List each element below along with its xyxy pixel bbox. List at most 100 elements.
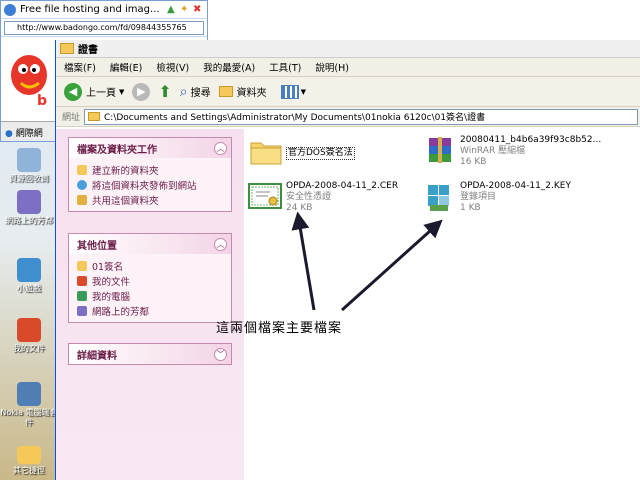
desktop-icon-label: 其它捷徑 bbox=[13, 466, 45, 475]
desktop-icon-nokia-suite[interactable]: Nokia 電腦端套件 bbox=[0, 382, 58, 428]
file-item-official-dos[interactable]: 官方DOS簽名法 bbox=[250, 137, 355, 165]
file-tasks-header[interactable]: 檔案及資料夾工作 ︿ bbox=[69, 138, 231, 158]
place-my-documents[interactable]: 我的文件 bbox=[77, 273, 223, 288]
file-item-key[interactable]: OPDA-2008-04-11_2.KEY 登錄項目 1 KB bbox=[426, 181, 571, 214]
details-header[interactable]: 詳細資料 ﹀ bbox=[69, 344, 231, 364]
file-size: 16 KB bbox=[460, 157, 487, 167]
folder-icon bbox=[17, 446, 41, 464]
collapse-chevron-icon[interactable]: ︿ bbox=[214, 237, 227, 251]
menu-favorites[interactable]: 我的最愛(A) bbox=[203, 60, 255, 74]
collapse-chevron-icon[interactable]: ︿ bbox=[214, 141, 227, 155]
back-button[interactable]: ◀ 上一頁 ▼ bbox=[64, 82, 124, 101]
address-bar: 網址 C:\Documents and Settings\Administrat… bbox=[56, 107, 640, 127]
file-name: OPDA-2008-04-11_2.CER bbox=[286, 181, 399, 191]
place-label: 01簽名 bbox=[92, 261, 124, 273]
address-field[interactable]: C:\Documents and Settings\Administrator\… bbox=[84, 108, 638, 125]
place-network[interactable]: 網路上的芳鄰 bbox=[77, 303, 223, 318]
file-size: 24 KB bbox=[286, 203, 313, 213]
file-list: 官方DOS簽名法 20080411_b4b6a39f93c8b52... Win… bbox=[244, 129, 640, 480]
other-places-title: 其他位置 bbox=[77, 240, 117, 252]
file-tasks-title: 檔案及資料夾工作 bbox=[77, 144, 157, 156]
file-item-cer[interactable]: OPDA-2008-04-11_2.CER 安全性憑證 24 KB bbox=[248, 181, 398, 214]
task-publish-web[interactable]: 將這個資料夾發佈到網站 bbox=[77, 177, 223, 192]
place-label: 網路上的芳鄰 bbox=[92, 306, 150, 318]
up-folder-button[interactable]: ⬆ bbox=[158, 82, 171, 101]
menu-edit[interactable]: 編輯(E) bbox=[110, 60, 142, 74]
menu-bar: 檔案(F) 編輯(E) 檢視(V) 我的最愛(A) 工具(T) 說明(H) bbox=[56, 58, 640, 77]
up-arrow-icon[interactable]: ▲ bbox=[167, 4, 178, 15]
file-tasks-panel: 檔案及資料夾工作 ︿ 建立新的資料夾 將這個資料夾發佈到網站 共用這個資料夾 bbox=[68, 137, 232, 212]
window-title: 證書 bbox=[78, 45, 98, 56]
file-item-rar[interactable]: 20080411_b4b6a39f93c8b52... WinRAR 壓縮檔 1… bbox=[426, 135, 601, 168]
details-panel: 詳細資料 ﹀ bbox=[68, 343, 232, 365]
folders-button[interactable]: 資料夾 bbox=[218, 84, 267, 99]
desktop-icon-other-shortcuts[interactable]: 其它捷徑 bbox=[0, 446, 58, 476]
desktop-icon-recycle-bin[interactable]: 資源回收筒 bbox=[0, 148, 58, 184]
nokia-suite-icon bbox=[17, 382, 41, 406]
forward-arrow-icon: ▶ bbox=[132, 82, 151, 101]
details-title: 詳細資料 bbox=[77, 350, 117, 362]
new-folder-icon bbox=[77, 164, 87, 175]
documents-icon bbox=[17, 318, 41, 342]
other-places-header[interactable]: 其他位置 ︿ bbox=[69, 234, 231, 254]
browser-title: Free file hosting and imag... bbox=[20, 4, 160, 15]
desktop-icon-network[interactable]: 網路上的芳鄰 bbox=[0, 190, 58, 226]
folder-icon bbox=[250, 142, 282, 165]
file-name: 官方DOS簽名法 bbox=[286, 147, 355, 160]
recycle-bin-icon bbox=[17, 148, 41, 172]
file-type: 登錄項目 bbox=[460, 192, 497, 202]
close-icon[interactable]: ✖ bbox=[193, 4, 204, 15]
desktop-icon-label: Nokia 電腦端套件 bbox=[0, 408, 58, 427]
registry-entry-icon bbox=[428, 185, 449, 211]
globe-icon: ● bbox=[5, 129, 13, 139]
games-icon bbox=[17, 258, 41, 282]
browser-titlebar[interactable]: Free file hosting and imag... ▲ ✦ ✖ bbox=[1, 1, 207, 19]
search-label: 搜尋 bbox=[190, 88, 211, 99]
file-name: 20080411_b4b6a39f93c8b52... bbox=[460, 135, 602, 145]
explorer-window[interactable]: 證書 檔案(F) 編輯(E) 檢視(V) 我的最愛(A) 工具(T) 說明(H)… bbox=[55, 40, 640, 480]
annotation-text: 這兩個檔案主要檔案 bbox=[216, 321, 343, 336]
task-pane: 檔案及資料夾工作 ︿ 建立新的資料夾 將這個資料夾發佈到網站 共用這個資料夾 其… bbox=[56, 129, 244, 480]
file-size: 1 KB bbox=[460, 203, 481, 213]
menu-tools[interactable]: 工具(T) bbox=[269, 60, 301, 74]
browser-url-field[interactable]: http://www.badongo.com/fd/09844355765 bbox=[4, 20, 204, 35]
file-type: 安全性憑證 bbox=[286, 192, 332, 202]
menu-help[interactable]: 說明(H) bbox=[315, 60, 349, 74]
search-button[interactable]: ⌕ 搜尋 bbox=[180, 84, 211, 100]
computer-icon bbox=[77, 290, 87, 301]
share-folder-icon bbox=[77, 194, 87, 205]
browser-tab-label: 網際網 bbox=[15, 129, 43, 139]
desktop-icon-label: 小遊戲 bbox=[17, 284, 41, 293]
expand-chevron-icon[interactable]: ﹀ bbox=[214, 347, 227, 361]
file-type: WinRAR 壓縮檔 bbox=[460, 146, 526, 156]
publish-web-icon bbox=[77, 179, 87, 190]
star-icon[interactable]: ✦ bbox=[180, 4, 191, 15]
folder-icon bbox=[88, 112, 101, 121]
network-icon bbox=[77, 305, 87, 316]
task-new-folder[interactable]: 建立新的資料夾 bbox=[77, 162, 223, 177]
place-my-computer[interactable]: 我的電腦 bbox=[77, 288, 223, 303]
folders-label: 資料夾 bbox=[236, 88, 267, 99]
chevron-down-icon[interactable]: ▼ bbox=[119, 88, 124, 96]
views-button[interactable]: ▼ bbox=[280, 84, 307, 99]
up-folder-icon: ⬆ bbox=[158, 82, 172, 101]
search-icon: ⌕ bbox=[179, 83, 188, 100]
winrar-archive-icon bbox=[429, 137, 451, 163]
explorer-titlebar[interactable]: 證書 bbox=[56, 40, 640, 58]
task-label: 共用這個資料夾 bbox=[92, 195, 159, 207]
place-label: 我的電腦 bbox=[92, 291, 131, 303]
place-01-sign[interactable]: 01簽名 bbox=[77, 258, 223, 273]
browser-tab[interactable]: ● 網際網 bbox=[1, 121, 59, 141]
address-label: 網址 bbox=[62, 113, 81, 123]
menu-file[interactable]: 檔案(F) bbox=[64, 60, 96, 74]
menu-view[interactable]: 檢視(V) bbox=[156, 60, 189, 74]
forward-button[interactable]: ▶ bbox=[132, 82, 151, 101]
browser-address-row: http://www.badongo.com/fd/09844355765 bbox=[1, 19, 207, 37]
address-text: C:\Documents and Settings\Administrator\… bbox=[104, 113, 486, 123]
task-label: 建立新的資料夾 bbox=[92, 165, 159, 177]
chevron-down-icon: ▼ bbox=[300, 87, 307, 96]
toolbar: ◀ 上一頁 ▼ ▶ ⬆ ⌕ 搜尋 資料夾 ▼ bbox=[56, 77, 640, 107]
desktop-icon-games[interactable]: 小遊戲 bbox=[0, 258, 58, 294]
desktop-icon-my-documents[interactable]: 我的文件 bbox=[0, 318, 58, 354]
task-share-folder[interactable]: 共用這個資料夾 bbox=[77, 192, 223, 207]
